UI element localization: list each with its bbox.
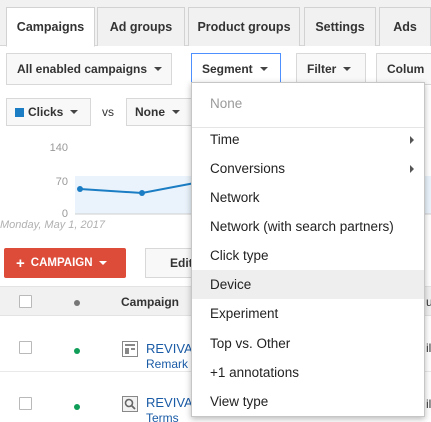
chevron-down-icon bbox=[259, 67, 268, 71]
menu-item-conversions[interactable]: Conversions bbox=[192, 154, 424, 183]
chevron-down-icon bbox=[98, 261, 107, 265]
series-color-swatch bbox=[15, 107, 24, 117]
columns-button[interactable]: Colum bbox=[376, 53, 431, 85]
columns-label: Colum bbox=[387, 62, 425, 76]
filter-button[interactable]: Filter bbox=[296, 53, 366, 85]
chevron-down-icon bbox=[343, 67, 352, 71]
campaign-subtype: Terms bbox=[146, 411, 179, 422]
menu-item-click-type[interactable]: Click type bbox=[192, 241, 424, 270]
row-checkbox[interactable] bbox=[19, 341, 32, 354]
campaign-subtype: Remark bbox=[146, 357, 189, 371]
data-point bbox=[77, 186, 83, 192]
truncated-cell: il bbox=[426, 397, 431, 411]
menu-item-time[interactable]: Time bbox=[192, 125, 424, 154]
segment-menu: None Time Conversions Network Network (w… bbox=[191, 82, 425, 417]
menu-item-network-search-partners[interactable]: Network (with search partners) bbox=[192, 212, 424, 241]
plus-icon: + bbox=[16, 254, 25, 272]
chevron-down-icon bbox=[172, 110, 180, 114]
segment-label: Segment bbox=[202, 62, 253, 76]
chevron-right-icon bbox=[410, 165, 414, 173]
menu-item-experiment[interactable]: Experiment bbox=[192, 299, 424, 328]
campaign-name-link[interactable]: REVIVA bbox=[146, 341, 193, 356]
edit-label: Edit bbox=[170, 256, 193, 270]
tab-campaigns[interactable]: Campaigns bbox=[6, 7, 95, 47]
display-campaign-icon bbox=[122, 341, 138, 357]
status-column-icon bbox=[74, 300, 80, 306]
menu-item-view-type[interactable]: View type bbox=[192, 387, 424, 416]
search-campaign-icon bbox=[122, 396, 138, 412]
menu-item-label: Time bbox=[210, 132, 240, 147]
status-enabled-dot[interactable] bbox=[74, 404, 80, 410]
truncated-cell: il bbox=[426, 341, 431, 355]
campaign-name-link[interactable]: REVIVA bbox=[146, 395, 193, 410]
y-tick-70: 70 bbox=[55, 176, 68, 188]
menu-item-top-vs-other[interactable]: Top vs. Other bbox=[192, 329, 424, 358]
menu-item-device[interactable]: Device bbox=[192, 270, 424, 299]
campaign-column-header[interactable]: Campaign bbox=[121, 295, 179, 309]
tab-ad-groups[interactable]: Ad groups bbox=[97, 7, 185, 46]
data-point bbox=[139, 190, 145, 196]
search-glyph bbox=[124, 398, 136, 410]
truncated-column-header: u bbox=[426, 295, 431, 309]
campaign-scope-label: All enabled campaigns bbox=[17, 62, 148, 76]
tab-settings[interactable]: Settings bbox=[304, 7, 376, 46]
status-enabled-dot[interactable] bbox=[74, 348, 80, 354]
menu-item-plus-one-annotations[interactable]: +1 annotations bbox=[192, 358, 424, 387]
menu-item-network[interactable]: Network bbox=[192, 183, 424, 212]
row-checkbox[interactable] bbox=[19, 397, 32, 410]
chevron-down-icon bbox=[70, 110, 79, 114]
campaign-tabs: Campaigns Ad groups Product groups Setti… bbox=[0, 0, 431, 47]
chart-date-label: Monday, May 1, 2017 bbox=[0, 219, 105, 231]
new-campaign-label: CAMPAIGN bbox=[30, 257, 93, 269]
metric-1-label: Clicks bbox=[28, 105, 64, 119]
y-tick-140: 140 bbox=[49, 142, 68, 154]
chevron-right-icon bbox=[410, 136, 414, 144]
tab-ads[interactable]: Ads bbox=[379, 7, 431, 46]
filter-label: Filter bbox=[307, 62, 337, 76]
campaign-scope-dropdown[interactable]: All enabled campaigns bbox=[6, 53, 172, 85]
menu-item-none: None bbox=[210, 96, 243, 111]
vs-label: vs bbox=[102, 105, 114, 119]
new-campaign-button[interactable]: + CAMPAIGN bbox=[4, 248, 126, 278]
metric-1-dropdown[interactable]: Clicks bbox=[6, 98, 91, 126]
chevron-down-icon bbox=[154, 67, 163, 71]
select-all-checkbox[interactable] bbox=[19, 295, 32, 308]
tab-product-groups[interactable]: Product groups bbox=[188, 7, 300, 46]
menu-item-label: Conversions bbox=[210, 161, 286, 176]
segment-button[interactable]: Segment bbox=[191, 53, 281, 85]
metric-2-label: None bbox=[135, 105, 165, 119]
display-campaign-glyph bbox=[125, 344, 135, 354]
metric-2-dropdown[interactable]: None bbox=[126, 98, 196, 126]
